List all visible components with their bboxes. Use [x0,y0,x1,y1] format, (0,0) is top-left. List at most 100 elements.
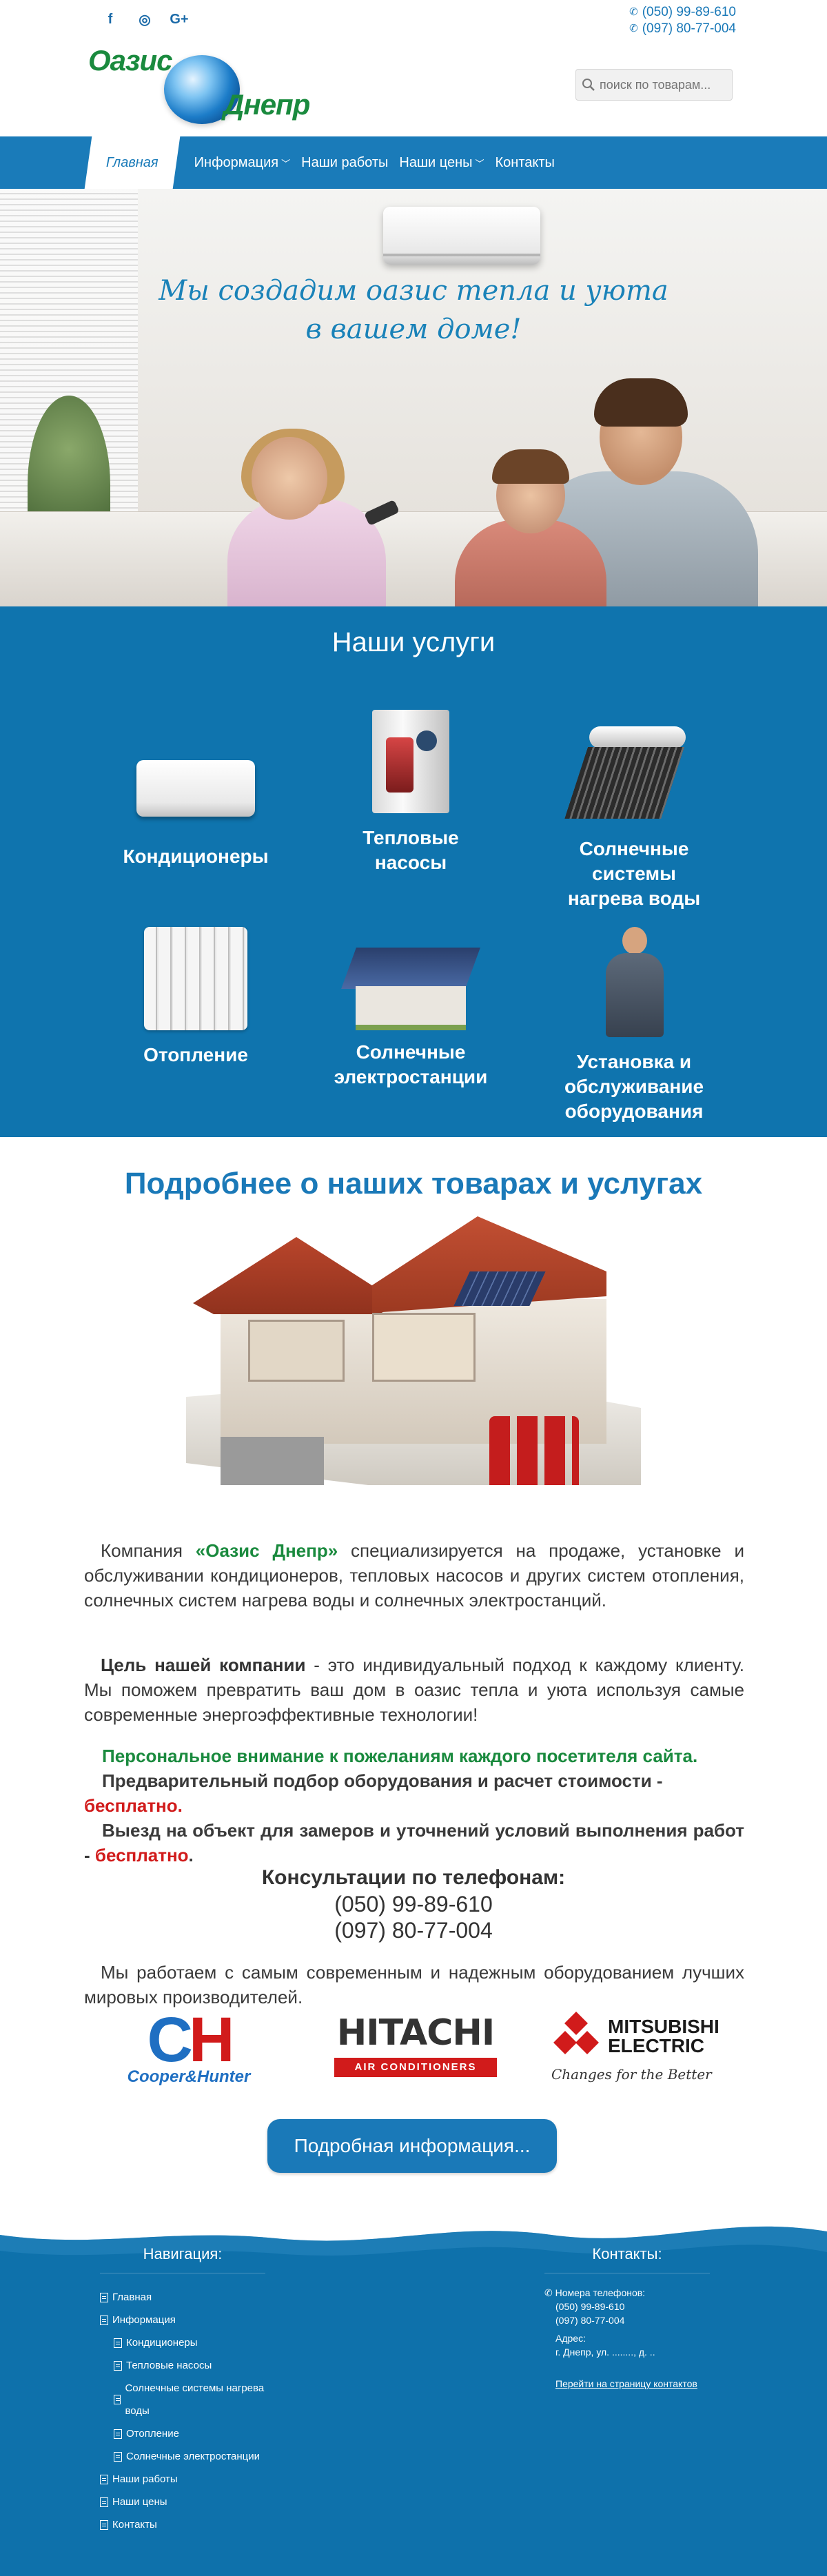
equipment-text: Мы работаем с самым современным и надежн… [84,1962,744,2007]
document-icon [100,2292,108,2302]
consultation-phone-1[interactable]: (050) 99-89-610 [0,1891,827,1917]
benefits-block: Персональное внимание к пожеланиям каждо… [84,1744,744,1868]
nav-item-info[interactable]: Информация ﹀ [189,136,296,189]
house-cutaway-illustration [165,1216,662,1492]
hitachi-wordmark: HITACHI [336,2012,496,2054]
service-label: Тепловые насосы [363,827,459,873]
footer-nav-item[interactable]: Тепловые насосы [100,2354,265,2377]
consultation-title: Консультации по телефонам: [261,1866,566,1889]
service-heating[interactable]: Отопление [92,927,299,1067]
document-icon [100,2497,108,2507]
consultation-phone-2[interactable]: (097) 80-77-004 [0,1917,827,1943]
header-phone-1[interactable]: (050) 99-89-610 [642,4,736,21]
google-plus-icon[interactable]: G+ [170,10,189,29]
hero-banner: Мы создадим оазис тепла и уюта в вашем д… [0,189,827,606]
service-installation[interactable]: Установка и обслуживание оборудования [531,927,737,1124]
solar-power-house-icon [342,927,480,1030]
ch-letter-h: H [189,2005,234,2075]
services-section: Наши услуги Кондиционеры Тепловые насосы… [0,606,827,1137]
brand-cooper-hunter-logo: CH Cooper&Hunter [103,2008,274,2095]
solar-water-heater-icon [575,724,693,824]
footer-nav-item[interactable]: Главная [100,2286,265,2309]
radiator-icon [144,927,247,1030]
hitachi-subtitle: AIR CONDITIONERS [334,2058,497,2077]
nav-item-contacts[interactable]: Контакты [490,136,560,189]
service-air-conditioners[interactable]: Кондиционеры [92,748,299,869]
more-info-button[interactable]: Подробная информация... [267,2119,557,2173]
address-text: г. Днепр, ул. ........, д. .. [555,2347,655,2358]
footer-nav-item[interactable]: Солнечные системы нагрева воды [100,2377,265,2422]
footer-nav-item[interactable]: Отопление [100,2422,265,2445]
house-garage [221,1437,324,1485]
phone-icon: ✆ [629,23,638,34]
phone-icon: ✆ [544,2287,553,2298]
document-icon [114,2338,122,2348]
nav-item-home[interactable]: Главная [84,136,180,189]
service-label: Солнечные электростанции [334,1041,488,1087]
footer-phone-2[interactable]: (097) 80-77-004 [544,2313,710,2327]
house-solar-panel [453,1271,546,1306]
search-box [575,69,733,101]
company-goal: Цель нашей компании - это индивидуальный… [84,1653,744,1727]
contacts-page-link[interactable]: Перейти на страницу контактов [544,2378,697,2389]
footer-nav-item[interactable]: Наши работы [100,2468,265,2491]
footer-contacts-title: Контакты: [544,2245,710,2273]
document-icon [114,2429,122,2439]
footer-nav-item[interactable]: Солнечные электростанции [100,2445,265,2468]
company-intro: Компания «Оазис Днепр» специализируется … [84,1538,744,1613]
house-tanks [489,1416,579,1485]
footer-nav-item[interactable]: Наши цены [100,2491,265,2513]
footer-phone-1[interactable]: (050) 99-89-610 [544,2300,710,2313]
details-title: Подробнее о наших товарах и услугах [124,1167,703,1200]
logo-word-2: Днепр [223,88,310,121]
nav-item-works[interactable]: Наши работы [296,136,394,189]
service-heat-pumps[interactable]: Тепловые насосы [307,710,514,875]
mitsubishi-line-2: ELECTRIC [608,2035,704,2056]
nav-item-prices[interactable]: Наши цены ﹀ [394,136,489,189]
company-name: «Оазис Днепр» [195,1540,338,1561]
footer-nav-item[interactable]: Кондиционеры [100,2331,265,2354]
house-room-2 [372,1313,476,1382]
header-phone-2[interactable]: (097) 80-77-004 [642,21,736,37]
footer-navigation: Навигация: Главная Информация Кондиционе… [100,2245,265,2536]
phones-label-row: ✆ Номера телефонов: [544,2287,646,2298]
free-badge-2: бесплатно [94,1845,189,1865]
hero-slogan-line2: в вашем доме! [305,314,522,345]
mitsubishi-tagline: Changes for the Better [551,2066,712,2083]
site-footer: Навигация: Главная Информация Кондиционе… [0,2211,827,2576]
footer-nav-title: Навигация: [100,2245,265,2273]
chevron-down-icon: ﹀ [281,158,291,169]
service-label: Установка и обслуживание оборудования [564,1051,704,1122]
phone-icon: ✆ [629,6,638,18]
document-icon [114,2451,122,2462]
brand-hitachi-logo: HITACHI AIR CONDITIONERS [331,2012,500,2095]
footer-nav-item[interactable]: Информация [100,2309,265,2331]
search-icon[interactable] [582,78,595,92]
free-badge-1: бесплатно. [84,1795,183,1816]
footer-contacts: Контакты: ✆ Номера телефонов: (050) 99-8… [544,2245,710,2391]
site-header: f ◎ G+ ✆ (050) 99-89-610 ✆ (097) 80-77-004… [0,0,827,136]
hero-slogan: Мы создадим оазис тепла и уюта в вашем д… [0,272,827,349]
brand-mitsubishi-logo: MITSUBISHI ELECTRIC Changes for the Bett… [551,2012,724,2095]
ch-wordmark: Cooper&Hunter [127,2067,251,2086]
house-room-1 [248,1320,345,1382]
services-title: Наши услуги [331,627,496,657]
search-input[interactable] [600,77,731,92]
document-icon [114,2360,122,2371]
social-links: f ◎ G+ [101,10,189,29]
hero-boy-hair [492,449,569,484]
address-label: Адрес: [555,2333,586,2344]
mitsubishi-line-1: MITSUBISHI [608,2016,719,2037]
service-solar-stations[interactable]: Солнечные электростанции [307,927,514,1090]
technician-icon [603,927,665,1037]
facebook-icon[interactable]: f [101,10,120,29]
footer-nav-item[interactable]: Контакты [100,2513,265,2536]
hero-air-conditioner [383,207,540,265]
air-conditioner-icon [136,760,255,817]
ch-letter-c: C [147,2005,193,2075]
instagram-icon[interactable]: ◎ [135,10,154,29]
document-icon [100,2519,108,2530]
service-solar-water[interactable]: Солнечные системы нагрева воды [531,724,737,911]
consultation-phones: Консультации по телефонам: (050) 99-89-6… [0,1865,827,1943]
site-logo[interactable]: Оазис Днепр [88,43,310,127]
